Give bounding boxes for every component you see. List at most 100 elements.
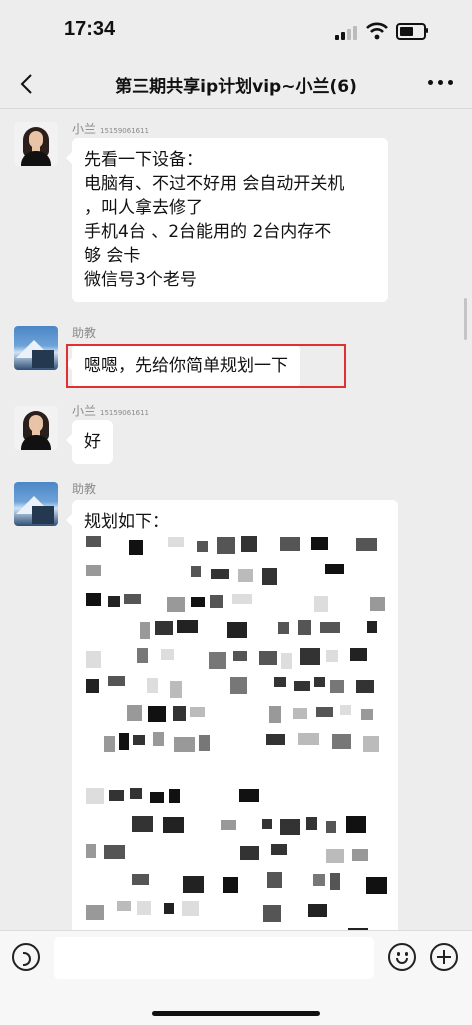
mosaic-block: [356, 538, 377, 551]
mosaic-block: [86, 593, 101, 606]
chat-list[interactable]: 小兰 15159061611 先看一下设备： 电脑有、不过不好用 会自动开关机 ，…: [0, 108, 472, 930]
mosaic-block: [223, 877, 238, 893]
mosaic-block: [155, 621, 173, 635]
mosaic-block: [182, 901, 199, 916]
mosaic-block: [173, 706, 186, 721]
mosaic-block: [232, 594, 252, 604]
mosaic-block: [227, 622, 247, 638]
message-line: 手机4台 、2台能用的 2台内存不: [84, 222, 332, 242]
mosaic-block: [140, 622, 150, 639]
mosaic-block: [367, 621, 377, 633]
mosaic-block: [167, 597, 185, 612]
voice-icon[interactable]: [12, 943, 40, 971]
mosaic-block: [241, 536, 257, 552]
mosaic-block: [233, 651, 247, 661]
mosaic-block: [363, 736, 379, 752]
mosaic-block: [311, 537, 328, 550]
mosaic-block: [278, 622, 289, 634]
message-line: 微信号3个老号: [84, 270, 197, 290]
mosaic-block: [366, 877, 387, 894]
sender-name: 小兰 15159061611: [72, 122, 150, 136]
mosaic-block: [148, 706, 166, 722]
mosaic-block: [361, 709, 373, 720]
mosaic-block: [271, 844, 287, 855]
mosaic-block: [269, 706, 281, 723]
input-bar: [0, 930, 472, 1025]
mosaic-block: [191, 597, 205, 607]
mosaic-block: [164, 903, 174, 914]
mosaic-block: [326, 650, 338, 662]
avatar[interactable]: [14, 122, 58, 166]
mosaic-block: [314, 596, 328, 612]
mosaic-block: [190, 707, 205, 717]
plus-icon[interactable]: [430, 943, 458, 971]
mosaic-block: [177, 620, 198, 633]
emoji-icon[interactable]: [388, 943, 416, 971]
sender-name: 助教: [72, 482, 97, 496]
mosaic-block: [238, 569, 253, 582]
message-bubble[interactable]: 规划如下：: [66, 500, 398, 930]
mosaic-block: [262, 819, 272, 829]
mosaic-block: [183, 876, 204, 893]
avatar[interactable]: [14, 406, 58, 450]
mosaic-block: [119, 733, 129, 750]
mosaic-block: [281, 653, 292, 669]
battery-tip: [426, 28, 428, 33]
mosaic-block: [108, 676, 125, 686]
message-line: 先看一下设备：: [84, 150, 203, 170]
mosaic-block: [280, 537, 300, 551]
mosaic-block: [209, 652, 226, 669]
mosaic-block: [267, 872, 282, 888]
mosaic-block: [168, 537, 184, 547]
message-input[interactable]: [54, 937, 374, 979]
sender-name: 助教: [72, 326, 97, 340]
scrollbar[interactable]: [464, 298, 467, 340]
mosaic-block: [330, 873, 340, 890]
mosaic-block: [86, 536, 101, 547]
mosaic-block: [259, 651, 277, 665]
mosaic-block: [124, 594, 141, 604]
mosaic-block: [332, 734, 351, 749]
sender-name: 小兰 15159061611: [72, 404, 150, 418]
mosaic-block: [137, 901, 151, 915]
mosaic-block: [109, 790, 124, 801]
message-bubble[interactable]: 好: [66, 420, 113, 464]
mosaic-block: [197, 541, 208, 552]
mosaic-block: [86, 788, 104, 804]
mosaic-block: [313, 874, 325, 886]
mosaic-block: [298, 733, 319, 745]
mosaic-block: [326, 821, 336, 833]
mosaic-block: [350, 648, 367, 661]
mosaic-block: [352, 849, 368, 861]
mosaic-block: [86, 565, 101, 576]
mosaic-block: [150, 792, 164, 803]
mosaic-block: [127, 705, 142, 721]
mosaic-block: [137, 648, 148, 663]
mosaic-block: [132, 816, 153, 832]
battery-icon: [396, 23, 426, 40]
chat-title: 第三期共享ip计划vip~小兰(6): [115, 77, 357, 97]
message-bubble[interactable]: 先看一下设备： 电脑有、不过不好用 会自动开关机 ，叫人拿去修了 手机4台 、2…: [66, 138, 388, 302]
mosaic-block: [161, 649, 174, 660]
mosaic-block: [163, 817, 184, 833]
avatar[interactable]: [14, 326, 58, 370]
nav-bar: 第三期共享ip计划vip~小兰(6): [0, 60, 472, 109]
mosaic-block: [199, 735, 210, 751]
avatar[interactable]: [14, 482, 58, 526]
mosaic-block: [174, 737, 195, 752]
status-time: 17:34: [64, 18, 116, 40]
mosaic-block: [147, 678, 158, 693]
mosaic-block: [169, 789, 180, 803]
more-icon[interactable]: [428, 80, 454, 88]
mosaic-block: [262, 568, 277, 585]
mosaic-block: [86, 905, 104, 920]
mosaic-block: [191, 566, 201, 577]
mosaic-block: [316, 707, 333, 717]
chevron-left-icon[interactable]: [16, 72, 40, 96]
mosaic-block: [280, 819, 300, 835]
status-bar: 17:34: [0, 0, 472, 60]
mosaic-block: [133, 735, 145, 745]
mosaic-block: [314, 677, 325, 687]
mosaic-block: [86, 679, 99, 693]
mosaic-block: [298, 620, 311, 635]
